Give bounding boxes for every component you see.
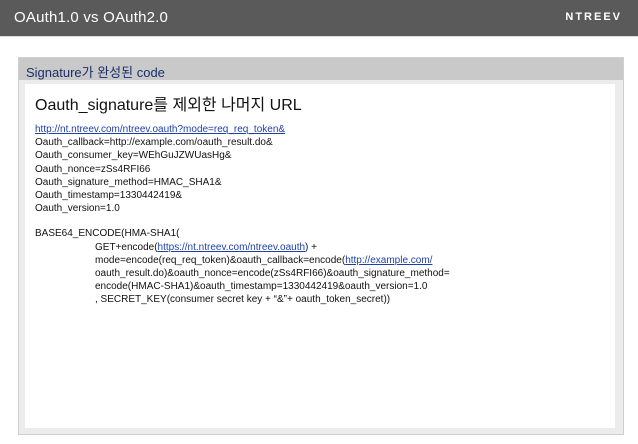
brand-logo: NTREEV: [565, 11, 622, 23]
callback-link[interactable]: http://example.com/: [345, 255, 432, 266]
code-line: mode=encode(req_req_token)&oauth_callbac…: [35, 254, 450, 267]
code-line: BASE64_ENCODE(HMA-SHA1(: [35, 228, 180, 240]
panel-title: Signature가 완성된 code: [26, 65, 165, 80]
code-text: mode=encode(req_req_token)&oauth_callbac…: [95, 254, 346, 266]
code-line: encode(HMAC-SHA1)&oauth_timestamp=133044…: [95, 281, 428, 293]
code-block: http://nt.ntreev.com/ntreev.oauth?mode=r…: [35, 123, 450, 307]
slide-title: OAuth1.0 vs OAuth2.0: [14, 9, 169, 26]
code-text: ) +: [305, 241, 317, 253]
content-panel: Signature가 완성된 code Oauth_signature를 제외한…: [18, 57, 624, 435]
divider: [0, 36, 638, 37]
param-line: Oauth_timestamp=1330442419&: [35, 190, 183, 202]
slide: OAuth1.0 vs OAuth2.0 NTREEV Signature가 완…: [0, 0, 638, 444]
request-url-link[interactable]: http://nt.ntreev.com/ntreev.oauth?mode=r…: [35, 124, 285, 135]
title-bar: OAuth1.0 vs OAuth2.0 NTREEV: [0, 0, 638, 36]
endpoint-link[interactable]: https://nt.ntreev.com/ntreev.oauth: [158, 242, 306, 253]
param-line: Oauth_nonce=zSs4RFI66: [35, 163, 151, 175]
code-line: oauth_result.do)&oauth_nonce=encode(zSs4…: [95, 268, 450, 280]
code-line: , SECRET_KEY(consumer secret key + “&”+ …: [95, 294, 391, 306]
panel-body: Oauth_signature를 제외한 나머지 URL http://nt.n…: [25, 84, 615, 428]
section-heading: Oauth_signature를 제외한 나머지 URL: [35, 97, 302, 114]
code-line: GET+encode(https://nt.ntreev.com/ntreev.…: [35, 241, 450, 254]
code-text: GET+encode(: [95, 241, 158, 253]
param-line: Oauth_consumer_key=WEhGuJZWUasHg&: [35, 150, 232, 162]
param-line: Oauth_signature_method=HMAC_SHA1&: [35, 176, 222, 188]
param-line: Oauth_version=1.0: [35, 203, 120, 215]
panel-header: Signature가 완성된 code: [19, 58, 623, 80]
param-line: Oauth_callback=http://example.com/oauth_…: [35, 137, 273, 149]
